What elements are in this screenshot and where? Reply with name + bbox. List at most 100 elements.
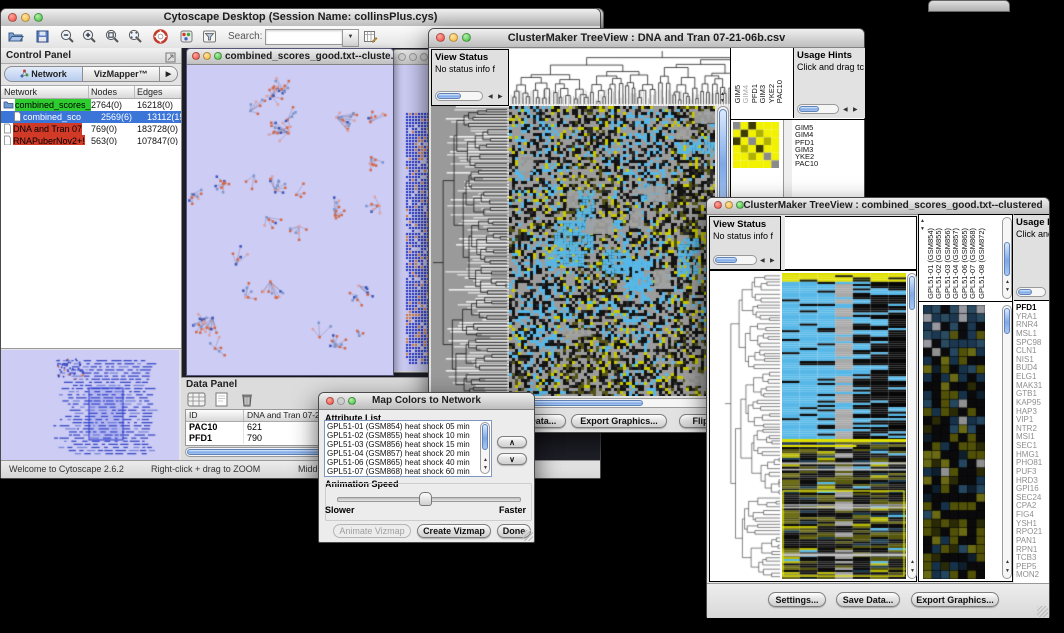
network-overview-canvas[interactable] xyxy=(1,350,179,462)
attribute-list-item[interactable]: GPL51-02 (GSM855) heat shock 10 min xyxy=(327,431,489,440)
scroll-right-icon[interactable]: ▶ xyxy=(498,93,503,101)
treeview2-row-dendrogram[interactable] xyxy=(711,272,781,580)
attribute-table-icon[interactable] xyxy=(362,28,379,45)
resize-grip[interactable] xyxy=(522,530,533,541)
scroll-right-icon[interactable]: ▶ xyxy=(770,257,775,265)
scroll-down-icon[interactable]: ▼ xyxy=(1005,286,1010,294)
treeview1-titlebar[interactable]: ClusterMaker TreeView : DNA and Tran 07-… xyxy=(429,29,864,48)
scroll-down-icon[interactable]: ▼ xyxy=(1005,567,1010,575)
minimize-button[interactable] xyxy=(449,33,458,42)
network-overview-panel[interactable] xyxy=(1,348,181,463)
scroll-down-icon[interactable]: ▼ xyxy=(720,97,725,105)
export-graphics-button[interactable]: Export Graphics... xyxy=(911,592,999,607)
treeview2-collabel-scrollbar[interactable]: ▲ ▼ xyxy=(1002,217,1012,299)
treeview1-heatmap[interactable] xyxy=(509,106,715,396)
open-file-icon[interactable] xyxy=(7,28,24,45)
usage-scrollbar[interactable] xyxy=(797,104,839,114)
window-controls[interactable] xyxy=(8,13,43,22)
close-button[interactable] xyxy=(714,201,722,209)
network-table-row[interactable]: combined_sco2569(6)13112(15) xyxy=(1,111,181,123)
network-table-row[interactable]: DNA and Tran 07769(0)183728(0) xyxy=(1,123,181,135)
create-vizmap-button[interactable]: Create Vizmap xyxy=(417,524,491,538)
treeview1-hscrollbar[interactable] xyxy=(509,398,715,408)
usage-scroll-thumb[interactable] xyxy=(799,106,819,112)
search-input[interactable] xyxy=(265,29,343,45)
scroll-left-icon[interactable]: ◀ xyxy=(760,257,765,265)
treeview2-gene-scrollbar[interactable]: ▲ ▼ xyxy=(1002,305,1012,579)
scroll-right-icon[interactable]: ▶ xyxy=(853,106,858,114)
animate-vizmap-button[interactable]: Animate Vizmap xyxy=(333,524,411,538)
export-graphics-button[interactable]: Export Graphics... xyxy=(571,414,667,428)
treeview2-zoom-heatmap[interactable] xyxy=(923,305,985,579)
zoom-button[interactable] xyxy=(462,33,471,42)
minimize-button[interactable] xyxy=(409,53,417,61)
usage-scrollbar[interactable] xyxy=(1016,287,1046,297)
minimize-button[interactable] xyxy=(337,397,345,405)
resize-grip[interactable] xyxy=(1037,606,1048,617)
zoom-button[interactable] xyxy=(736,201,744,209)
network-table-header[interactable]: Network Nodes Edges xyxy=(1,86,181,99)
treeview2-heatmap-vscroll-thumb[interactable] xyxy=(909,276,915,310)
close-button[interactable] xyxy=(192,52,200,60)
tab-network[interactable]: Network xyxy=(4,66,83,82)
col-header-network[interactable]: Network xyxy=(1,86,89,98)
filter-icon[interactable] xyxy=(201,28,218,45)
scroll-up-icon[interactable]: ▲ xyxy=(1005,558,1010,566)
minimize-button[interactable] xyxy=(21,13,30,22)
scroll-down-icon[interactable]: ▼ xyxy=(920,225,925,233)
usage-scroll-thumb[interactable] xyxy=(1018,289,1032,295)
gene-scroll-thumb[interactable] xyxy=(1004,308,1010,334)
search-dropdown-button[interactable]: ▼ xyxy=(342,29,359,47)
attribute-list-item[interactable]: GPL51-01 (GSM854) heat shock 05 min xyxy=(327,422,489,431)
scroll-down-icon[interactable]: ▼ xyxy=(483,464,488,472)
treeview1-vscroll-thumb[interactable] xyxy=(719,109,727,209)
attribute-scroll-thumb[interactable] xyxy=(482,424,488,450)
tab-vizmapper[interactable]: VizMapper™ xyxy=(83,66,161,82)
data-col-id[interactable]: ID xyxy=(186,410,244,421)
attribute-list-item[interactable]: GPL51-04 (GSM857) heat shock 20 min xyxy=(327,449,489,458)
close-button[interactable] xyxy=(436,33,445,42)
move-down-button[interactable]: ∨ xyxy=(497,453,527,465)
zoom-in-icon[interactable] xyxy=(81,28,98,45)
settings-button[interactable]: Settings... xyxy=(768,592,826,607)
treeview2-titlebar[interactable]: ClusterMaker TreeView : combined_scores_… xyxy=(707,198,1049,215)
move-up-button[interactable]: ∧ xyxy=(497,436,527,448)
network-tree-area[interactable] xyxy=(1,145,181,348)
network-view-canvas-1[interactable] xyxy=(187,65,391,374)
scroll-up-icon[interactable]: ▲ xyxy=(910,558,915,566)
vizmapper-icon[interactable] xyxy=(178,28,195,45)
col-header-edges[interactable]: Edges xyxy=(135,86,181,98)
main-titlebar[interactable]: Cytoscape Desktop (Session Name: collins… xyxy=(1,9,600,27)
minimize-button[interactable] xyxy=(725,201,733,209)
speed-slider-thumb[interactable] xyxy=(419,492,432,506)
treeview1-row-dendrogram[interactable] xyxy=(431,106,509,396)
treeview1-mini-heatmap[interactable] xyxy=(733,122,779,168)
close-button[interactable] xyxy=(326,397,334,405)
close-button[interactable] xyxy=(8,13,17,22)
attribute-list-item[interactable]: GPL51-07 (GSM868) heat shock 60 min xyxy=(327,467,489,476)
col-header-nodes[interactable]: Nodes xyxy=(89,86,135,98)
minimize-button[interactable] xyxy=(203,52,211,60)
treeview2-heatmap-vscrollbar[interactable]: ▲ ▼ xyxy=(907,273,917,579)
network-window-1[interactable]: combined_scores_good.txt--cluste... xyxy=(186,48,394,376)
treeview2-heatmap[interactable] xyxy=(782,273,906,579)
view-status-scrollbar[interactable] xyxy=(713,255,757,265)
collabel-scroll-thumb[interactable] xyxy=(1004,242,1010,276)
zoom-button[interactable] xyxy=(214,52,222,60)
network-table-row[interactable]: combined_scores_2764(0)16218(0) xyxy=(1,99,181,111)
attribute-listbox[interactable]: GPL51-01 (GSM854) heat shock 05 minGPL51… xyxy=(324,420,492,477)
zoom-button[interactable] xyxy=(348,397,356,405)
close-button[interactable] xyxy=(398,53,406,61)
scroll-up-icon[interactable]: ▲ xyxy=(920,217,925,225)
scroll-up-icon[interactable]: ▲ xyxy=(483,456,488,464)
view-status-scroll-thumb[interactable] xyxy=(715,257,737,263)
zoom-button[interactable] xyxy=(420,53,428,61)
tab-overflow[interactable]: ▶ xyxy=(160,66,178,82)
zoom-selected-icon[interactable] xyxy=(104,28,121,45)
attribute-list-item[interactable]: GPL51-03 (GSM856) heat shock 15 min xyxy=(327,440,489,449)
zoom-fit-icon[interactable] xyxy=(127,28,144,45)
network-view-canvas-2[interactable] xyxy=(393,65,430,371)
scroll-down-icon[interactable]: ▼ xyxy=(910,567,915,575)
zoom-out-icon[interactable] xyxy=(59,28,76,45)
save-data-button[interactable]: Save Data... xyxy=(836,592,900,607)
